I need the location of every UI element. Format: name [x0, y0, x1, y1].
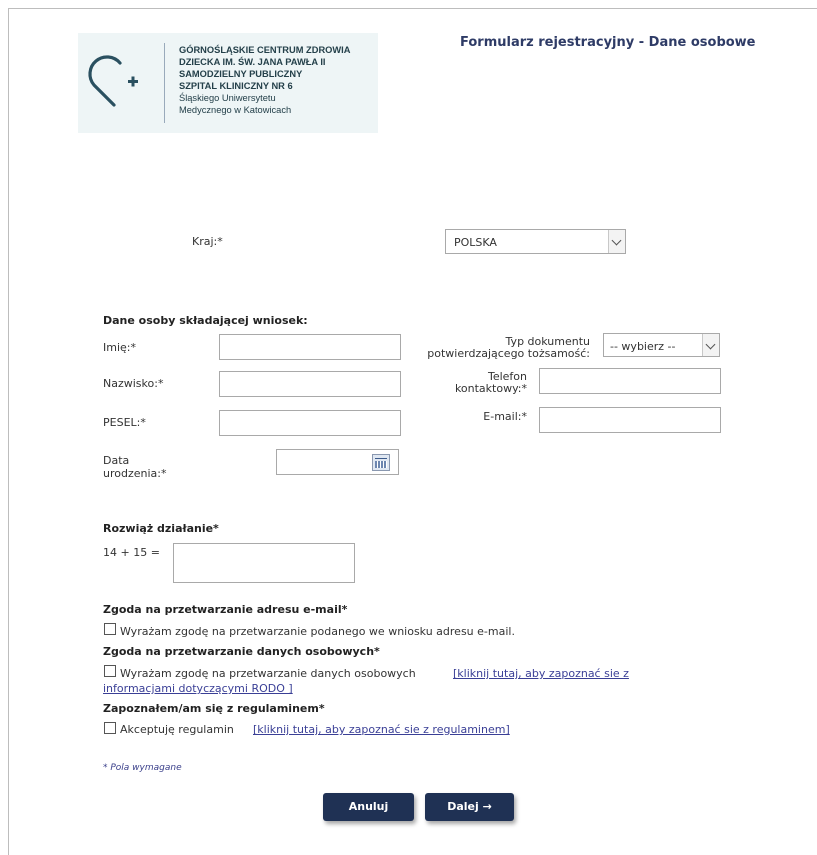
data-consent-title: Zgoda na przetwarzanie danych osobowych*	[103, 645, 380, 658]
pesel-field[interactable]	[219, 410, 401, 436]
logo-text: GÓRNOŚLĄSKIE CENTRUM ZDROWIA DZIECKA IM.…	[179, 44, 350, 116]
country-select[interactable]: POLSKA	[445, 229, 626, 254]
heart-plus-icon	[88, 55, 138, 107]
applicant-section-title: Dane osoby składającej wniosek:	[103, 314, 308, 327]
logo-line: SAMODZIELNY PUBLICZNY	[179, 69, 303, 79]
required-fields-note: * Pola wymagane	[103, 763, 182, 773]
phone-field[interactable]	[539, 368, 721, 394]
cancel-button[interactable]: Anuluj	[323, 793, 414, 821]
captcha-title: Rozwiąż działanie*	[103, 522, 219, 535]
email-label: E-mail:*	[483, 410, 527, 423]
logo-line: Śląskiego Uniwersytetu	[179, 93, 276, 103]
rules-checkbox[interactable]	[104, 722, 116, 734]
data-consent-checkbox[interactable]	[104, 665, 116, 677]
logo-line: DZIECKA IM. ŚW. JANA PAWŁA II	[179, 57, 326, 67]
page-title: Formularz rejestracyjny - Dane osobowe	[460, 35, 756, 50]
rules-title: Zapoznałem/am się z regulaminem*	[103, 702, 325, 715]
first-name-field[interactable]	[219, 334, 401, 360]
chevron-down-icon	[702, 334, 719, 356]
birth-date-label: Data urodzenia:*	[103, 454, 166, 480]
doc-type-label-line: potwierdzającego tożsamość:	[427, 347, 590, 360]
email-field[interactable]	[539, 407, 721, 433]
birth-date-label-line: urodzenia:*	[103, 467, 167, 480]
chevron-down-icon	[608, 230, 625, 253]
logo-line: Medycznego w Katowicach	[179, 105, 292, 115]
first-name-label: Imię:*	[103, 341, 136, 354]
phone-label: Telefon kontaktowy:*	[425, 371, 527, 395]
birth-date-label-line: Data	[103, 454, 130, 467]
doc-type-label: Typ dokumentu potwierdzającego tożsamość…	[400, 336, 590, 360]
logo-line: GÓRNOŚLĄSKIE CENTRUM ZDROWIA	[179, 45, 351, 55]
next-button[interactable]: Dalej →	[425, 793, 514, 821]
doc-type-select-value: -- wybierz --	[610, 340, 676, 353]
email-consent-text: Wyrażam zgodę na przetwarzanie podanego …	[120, 625, 515, 638]
rules-link[interactable]: [kliknij tutaj, aby zapoznać sie z regul…	[253, 723, 510, 736]
last-name-field[interactable]	[219, 371, 401, 397]
rodo-info-link[interactable]: [kliknij tutaj, aby zapoznać sie z	[453, 667, 629, 680]
hospital-logo: GÓRNOŚLĄSKIE CENTRUM ZDROWIA DZIECKA IM.…	[78, 33, 378, 133]
captcha-question: 14 + 15 =	[103, 546, 160, 559]
country-label: Kraj:*	[192, 235, 223, 248]
captcha-answer-field[interactable]	[173, 543, 355, 583]
last-name-label: Nazwisko:*	[103, 377, 164, 390]
phone-label-line: kontaktowy:*	[454, 382, 527, 395]
country-select-value: POLSKA	[454, 236, 497, 249]
calendar-icon[interactable]	[372, 454, 390, 471]
rodo-info-link-continued[interactable]: informacjami dotyczącymi RODO ]	[103, 682, 293, 695]
rules-text: Akceptuję regulamin	[120, 723, 234, 736]
pesel-label: PESEL:*	[103, 416, 146, 429]
email-consent-checkbox[interactable]	[104, 623, 116, 635]
data-consent-text: Wyrażam zgodę na przetwarzanie danych os…	[120, 667, 416, 680]
doc-type-select[interactable]: -- wybierz --	[603, 333, 720, 357]
logo-divider	[164, 43, 165, 123]
email-consent-title: Zgoda na przetwarzanie adresu e-mail*	[103, 603, 348, 616]
logo-line: SZPITAL KLINICZNY NR 6	[179, 81, 293, 91]
